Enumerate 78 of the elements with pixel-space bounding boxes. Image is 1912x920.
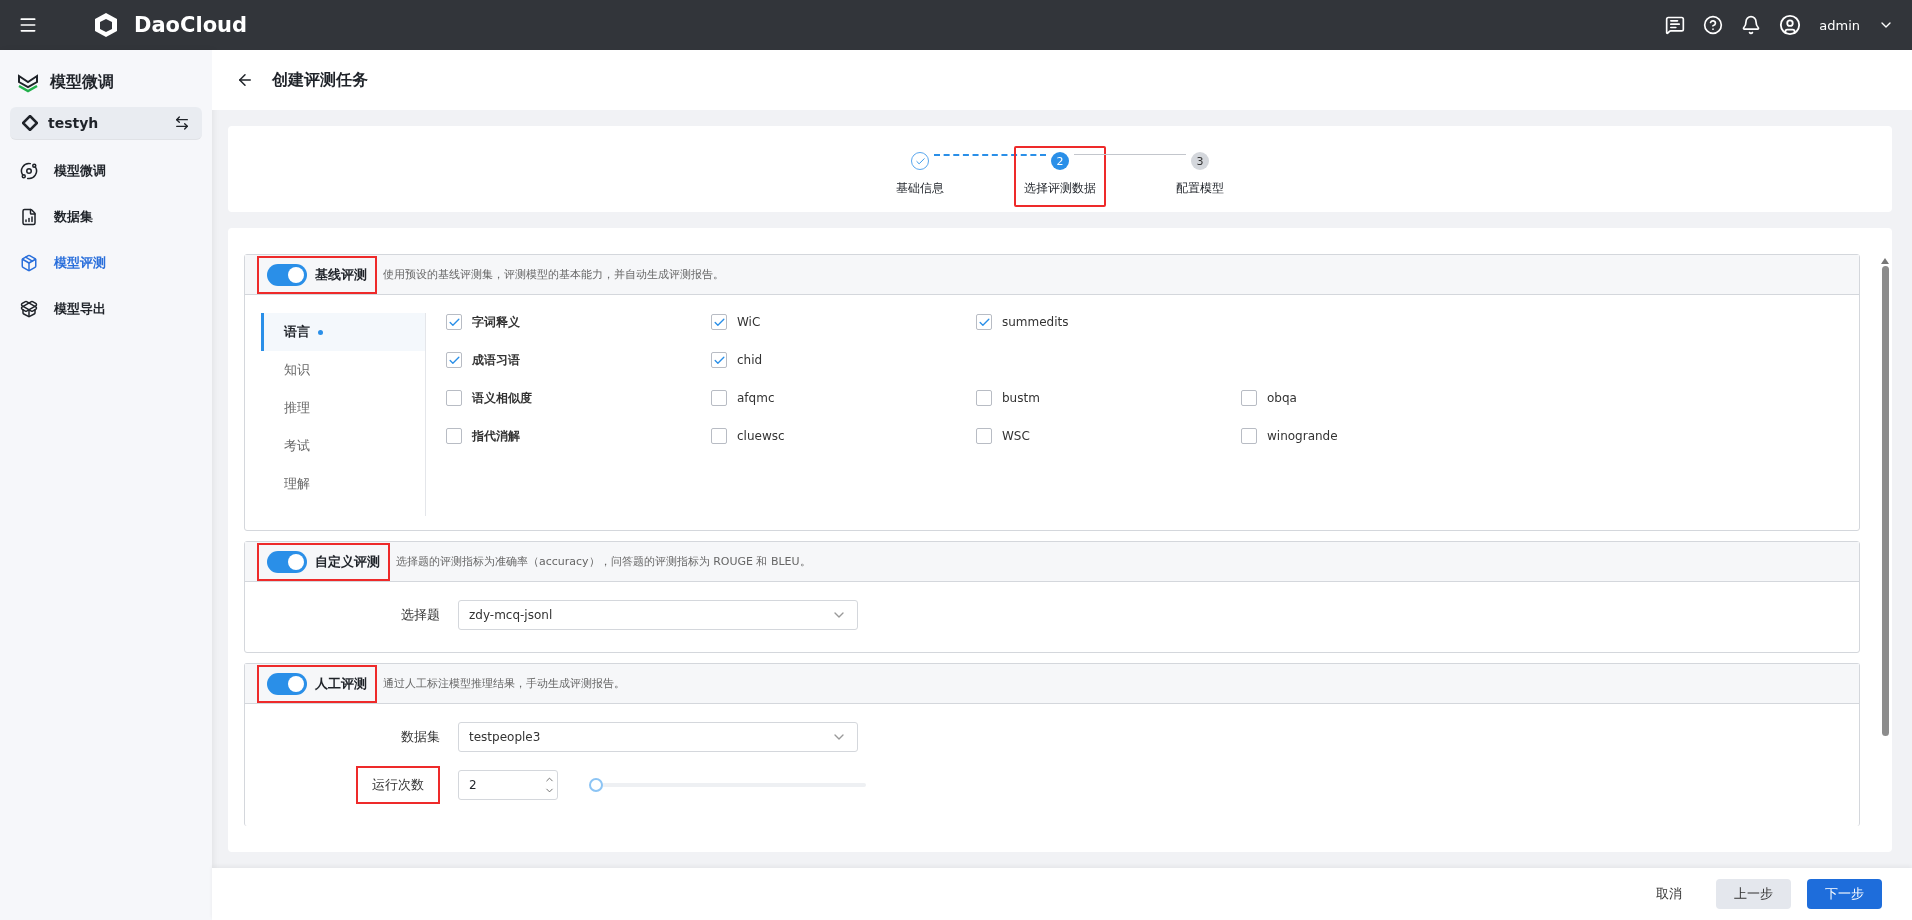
- checkbox-label: obqa: [1267, 391, 1297, 405]
- workspace-selector[interactable]: testyh: [10, 107, 202, 140]
- cancel-button[interactable]: 取消: [1638, 879, 1700, 909]
- user-avatar-icon[interactable]: [1779, 14, 1802, 36]
- user-name[interactable]: admin: [1819, 17, 1860, 33]
- section-title: 人工评测: [315, 674, 367, 693]
- field-label: 运行次数: [356, 766, 440, 804]
- checkbox-label: 语义相似度: [472, 389, 532, 407]
- step-circle: 3: [1191, 152, 1209, 170]
- nav-item[interactable]: 模型评测: [10, 242, 202, 284]
- checkbox[interactable]: [711, 352, 727, 368]
- scroll-up-icon[interactable]: [1881, 258, 1889, 264]
- nav-item[interactable]: 模型微调: [10, 150, 202, 192]
- checkbox[interactable]: [1241, 428, 1257, 444]
- checkbox-label: WiC: [737, 315, 761, 329]
- checkbox-label: cluewsc: [737, 429, 785, 443]
- checkbox[interactable]: [976, 314, 992, 330]
- checkbox-label: winogrande: [1267, 429, 1338, 443]
- brand-name: DaoCloud: [134, 13, 248, 37]
- menu-icon[interactable]: [18, 15, 38, 35]
- checkbox-label: summedits: [1002, 315, 1069, 329]
- bell-icon[interactable]: [1741, 15, 1762, 35]
- checkbox[interactable]: [446, 314, 462, 330]
- logo-icon: [16, 72, 40, 93]
- nav-item[interactable]: 数据集: [10, 196, 202, 238]
- checkbox[interactable]: [711, 314, 727, 330]
- diamond-icon: [22, 115, 38, 131]
- package-icon: [20, 254, 38, 272]
- chart-file-icon: [20, 208, 38, 226]
- step: 3 配置模型: [1166, 146, 1234, 207]
- category-tab[interactable]: 理解: [261, 465, 425, 503]
- number-input[interactable]: 2: [458, 770, 558, 800]
- checkbox-label: 成语习语: [472, 351, 520, 369]
- toggle-switch[interactable]: [267, 550, 307, 573]
- help-icon[interactable]: [1703, 15, 1724, 35]
- category-tab[interactable]: 考试: [261, 427, 425, 465]
- checkbox[interactable]: [446, 352, 462, 368]
- page-title: 创建评测任务: [272, 69, 368, 91]
- slider-thumb[interactable]: [589, 778, 603, 792]
- orbit-icon: [20, 162, 38, 180]
- step: 基础信息: [886, 146, 954, 207]
- checkbox-label: afqmc: [737, 391, 775, 405]
- checkbox-label: WSC: [1002, 429, 1030, 443]
- package-icon: [20, 300, 38, 318]
- checkbox[interactable]: [976, 390, 992, 406]
- field-label: 数据集: [400, 728, 440, 746]
- checkbox-label: bustm: [1002, 391, 1040, 405]
- checkbox-label: 字词释义: [472, 313, 520, 331]
- toggle-switch[interactable]: [267, 263, 307, 286]
- nav-item[interactable]: 模型导出: [10, 288, 202, 330]
- logo-icon: [92, 11, 120, 39]
- checkbox-label: chid: [737, 353, 763, 367]
- checkbox[interactable]: [711, 390, 727, 406]
- step-circle: 2: [1051, 152, 1069, 170]
- checkbox[interactable]: [446, 428, 462, 444]
- section-description: 通过人工标注模型推理结果，手动生成评测报告。: [383, 676, 625, 691]
- category-tab[interactable]: 语言: [261, 313, 425, 351]
- toggle-switch[interactable]: [267, 672, 307, 695]
- section-description: 使用预设的基线评测集，评测模型的基本能力，并自动生成评测报告。: [383, 267, 724, 282]
- checkbox[interactable]: [446, 390, 462, 406]
- category-tab[interactable]: 知识: [261, 351, 425, 389]
- checkbox[interactable]: [1241, 390, 1257, 406]
- category-tab[interactable]: 推理: [261, 389, 425, 427]
- select-field[interactable]: testpeople3: [458, 722, 858, 752]
- sidebar-title: 模型微调: [50, 72, 114, 93]
- section-title: 自定义评测: [315, 552, 380, 571]
- section-description: 选择题的评测指标为准确率（accuracy），问答题的评测指标为 ROUGE 和 BLEU。: [396, 554, 811, 569]
- checkbox[interactable]: [976, 428, 992, 444]
- step: 2 选择评测数据: [1014, 146, 1106, 207]
- message-icon[interactable]: [1665, 15, 1686, 35]
- section-title: 基线评测: [315, 265, 367, 284]
- previous-button[interactable]: 上一步: [1716, 879, 1791, 909]
- checkbox-label: 指代消解: [472, 427, 520, 445]
- switch-icon[interactable]: [174, 115, 190, 131]
- checkbox[interactable]: [711, 428, 727, 444]
- next-button[interactable]: 下一步: [1807, 879, 1882, 909]
- field-label: 选择题: [400, 606, 440, 624]
- select-field[interactable]: zdy-mcq-jsonl: [458, 600, 858, 630]
